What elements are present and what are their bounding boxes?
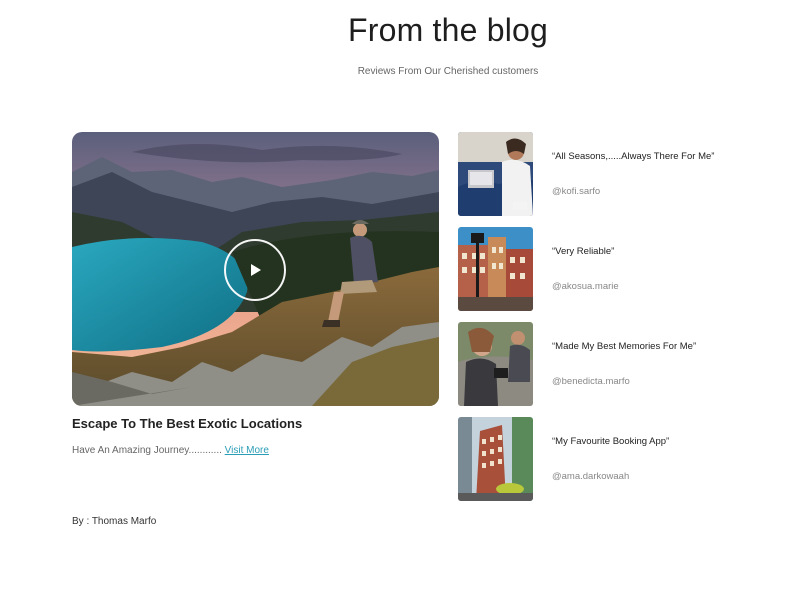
visit-more-link[interactable]: Visit More bbox=[225, 445, 269, 456]
review-photo-laptop[interactable] bbox=[458, 132, 533, 216]
page-title: From the blog bbox=[347, 12, 549, 48]
review-photo-buildings[interactable] bbox=[458, 227, 533, 311]
review-quote: “All Seasons,.....Always There For Me” bbox=[552, 151, 715, 162]
post-title[interactable]: Escape To The Best Exotic Locations bbox=[72, 416, 302, 431]
post-excerpt-text: Have An Amazing Journey............ bbox=[72, 445, 222, 456]
review-quote: “Very Reliable” bbox=[552, 246, 615, 257]
page-subtitle: Reviews From Our Cherished customers bbox=[357, 66, 539, 77]
review-card: “All Seasons,.....Always There For Me” @… bbox=[458, 132, 758, 216]
review-quote: “Made My Best Memories For Me” bbox=[552, 341, 697, 352]
review-card: “Very Reliable” @akosua.marie bbox=[458, 227, 758, 311]
post-excerpt: Have An Amazing Journey............ Visi… bbox=[72, 445, 269, 456]
review-quote: “My Favourite Booking App” bbox=[552, 436, 670, 447]
play-button[interactable] bbox=[224, 239, 286, 301]
review-handle: @akosua.marie bbox=[552, 281, 619, 292]
review-handle: @benedicta.marfo bbox=[552, 376, 630, 387]
review-handle: @ama.darkowaah bbox=[552, 471, 630, 482]
review-photo-camera[interactable] bbox=[458, 322, 533, 406]
review-card: “Made My Best Memories For Me” @benedict… bbox=[458, 322, 758, 406]
review-card: “My Favourite Booking App” @ama.darkowaa… bbox=[458, 417, 758, 501]
review-photo-city[interactable] bbox=[458, 417, 533, 501]
review-handle: @kofi.sarfo bbox=[552, 186, 601, 197]
play-icon bbox=[251, 264, 261, 276]
post-author: By : Thomas Marfo bbox=[72, 516, 157, 527]
